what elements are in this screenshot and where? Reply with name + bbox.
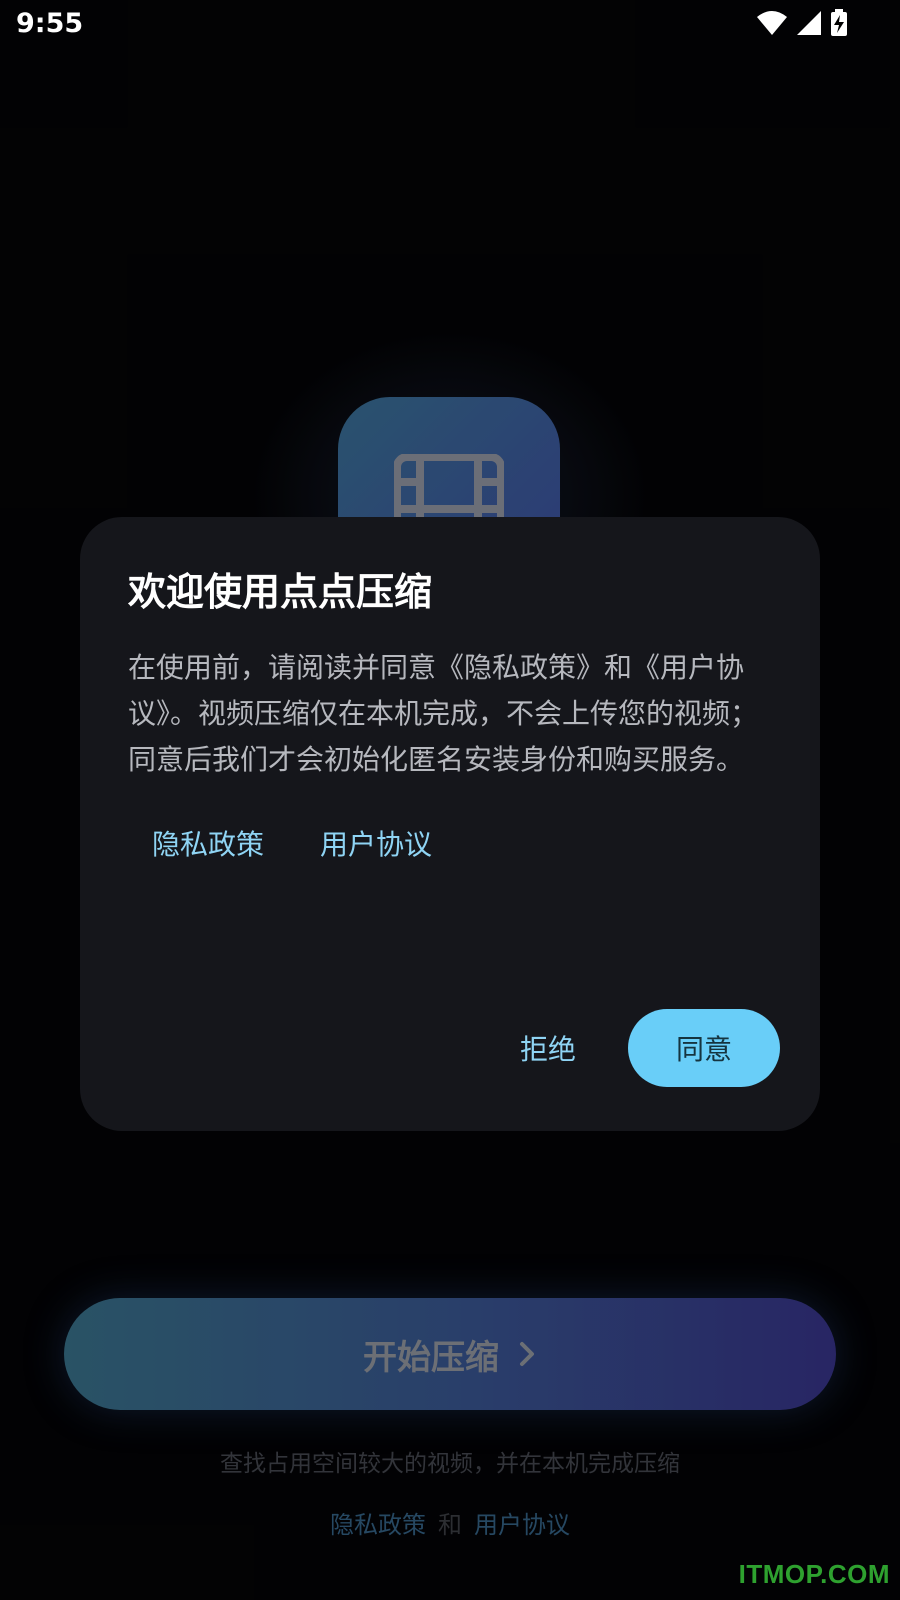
wifi-icon xyxy=(757,11,787,35)
screen: 开始压缩 查找占用空间较大的视频，并在本机完成压缩 隐私政策和用户协议 9:55 xyxy=(0,0,900,1600)
dialog-terms-link[interactable]: 用户协议 xyxy=(320,823,432,863)
status-time: 9:55 xyxy=(16,8,84,39)
watermark: ITMOP.COM xyxy=(738,1559,890,1589)
welcome-dialog: 欢迎使用点点压缩 在使用前，请阅读并同意《隐私政策》和《用户协议》。视频压缩仅在… xyxy=(80,517,820,1131)
reject-button[interactable]: 拒绝 xyxy=(520,1028,576,1068)
status-icons xyxy=(756,9,848,37)
cellular-signal-icon xyxy=(797,11,821,35)
dialog-privacy-link[interactable]: 隐私政策 xyxy=(152,823,264,863)
agree-button[interactable]: 同意 xyxy=(628,1009,780,1087)
dialog-title: 欢迎使用点点压缩 xyxy=(128,570,433,614)
status-bar: 9:55 xyxy=(0,0,900,50)
battery-charging-icon xyxy=(831,9,847,36)
dialog-body: 在使用前，请阅读并同意《隐私政策》和《用户协议》。视频压缩仅在本机完成，不会上传… xyxy=(128,651,759,776)
dialog-actions: 拒绝 同意 xyxy=(520,1009,780,1087)
dialog-links: 隐私政策 用户协议 xyxy=(128,823,772,863)
